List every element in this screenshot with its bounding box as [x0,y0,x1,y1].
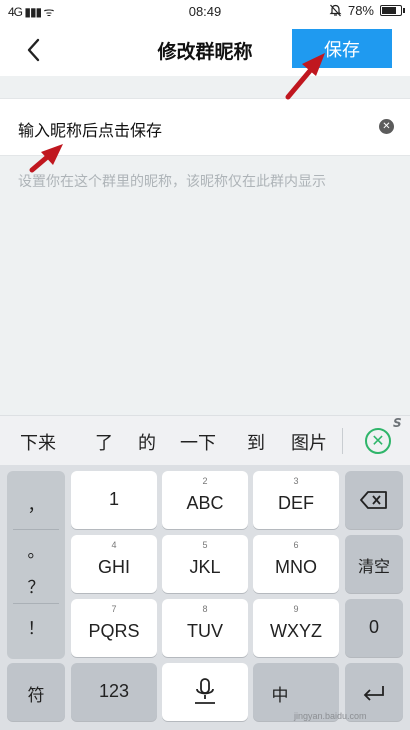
key-6-mno[interactable]: 6 MNO [253,535,339,593]
key-1[interactable]: 1 [71,471,157,529]
nav-bar: 修改群昵称 保存 [0,24,410,76]
candidate-word[interactable]: 下来 [20,429,56,455]
battery-percent: 78% [347,3,374,18]
status-bar: 4G ▮▮▮ ᯤ 08:49 78% [0,0,410,24]
divider [342,428,343,454]
status-right: 78% [329,3,405,18]
ime-logo-icon: S [393,416,402,430]
nickname-input[interactable]: 输入昵称后点击保存 [18,117,162,141]
key-3-def[interactable]: 3 DEF [253,471,339,529]
key-5-jkl[interactable]: 5 JKL [162,535,248,593]
back-arrow-icon[interactable] [20,34,52,66]
nickname-input-row[interactable]: 输入昵称后点击保存 ✕ [0,98,410,156]
watermark: jingyan.baidu.com [294,711,367,721]
punct-key[interactable]: ， [7,491,65,516]
clear-input-icon[interactable]: ✕ [379,119,394,134]
number-mode-key[interactable]: 123 [71,663,157,721]
punctuation-column: ， 。 ？ ！ [7,471,65,659]
t9-keyboard: ， 。 ？ ！ 1 2 ABC 3 DEF 4 GHI 5 JKL 6 MNO … [0,465,410,730]
clear-all-key[interactable]: 清空 [345,535,403,593]
bell-off-icon [329,4,342,17]
candidate-bar: 下来 了 的 一下 到 图片 ✕ S [0,415,410,465]
backspace-icon [360,491,387,509]
microphone-icon [195,678,215,704]
key-8-tuv[interactable]: 8 TUV [162,599,248,657]
candidate-word[interactable]: 了 [95,429,113,455]
punct-key[interactable]: 。 [7,537,65,562]
nickname-hint: 设置你在这个群里的昵称，该昵称仅在此群内显示 [18,174,326,190]
key-0[interactable]: 0 [345,599,403,657]
candidate-word[interactable]: 的 [138,429,156,455]
key-4-ghi[interactable]: 4 GHI [71,535,157,593]
space-voice-key[interactable] [162,663,248,721]
enter-icon [363,686,384,701]
key-7-pqrs[interactable]: 7 PQRS [71,599,157,657]
save-button[interactable]: 保存 [292,29,392,68]
collapse-candidates-icon[interactable]: ✕ [365,428,391,454]
punct-key[interactable]: ？ [7,573,65,598]
candidate-word[interactable]: 图片 [291,429,327,455]
spacer [0,76,410,98]
candidate-word[interactable]: 一下 [180,429,216,455]
symbol-key[interactable]: 符 [7,663,65,721]
punct-key[interactable]: ！ [7,614,65,639]
backspace-key[interactable] [345,471,403,529]
battery-icon [380,5,405,16]
key-9-wxyz[interactable]: 9 WXYZ [253,599,339,657]
candidate-word[interactable]: 到 [247,429,265,455]
key-2-abc[interactable]: 2 ABC [162,471,248,529]
